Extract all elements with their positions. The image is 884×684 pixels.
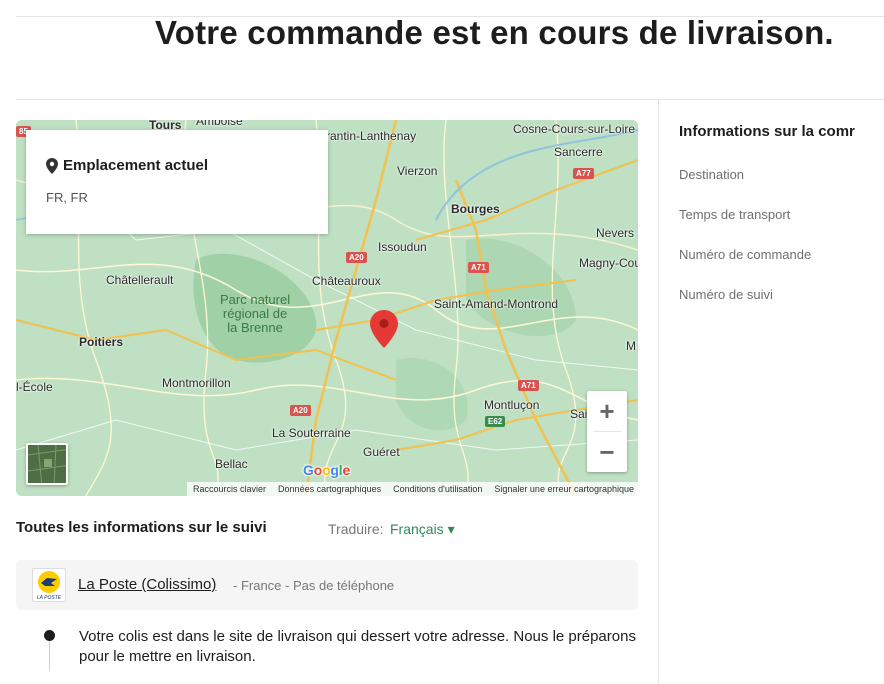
carrier-name-link[interactable]: La Poste (Colissimo): [78, 576, 216, 593]
map-label-chateauroux: Châteauroux: [312, 274, 381, 288]
carrier-meta: - France - Pas de téléphone: [233, 578, 395, 593]
location-pin-icon: [46, 158, 58, 174]
info-row-tracking-number: Numéro de suivi: [679, 287, 773, 302]
map-label-chatellerault: Châtellerault: [106, 273, 174, 287]
info-row-order-number: Numéro de commande: [679, 247, 812, 262]
info-row-destination: Destination: [679, 167, 745, 182]
map-label-magny: Magny-Cou: [579, 256, 638, 270]
column-divider: [658, 99, 659, 684]
map-label-sai-edge: Sai: [570, 407, 588, 421]
la-poste-logo: LA POSTE: [32, 568, 66, 602]
map-label-nevers: Nevers: [596, 226, 635, 240]
order-info-title: Informations sur la comr: [679, 123, 855, 140]
road-shield-a71-south: A71: [518, 380, 539, 391]
timeline-line: [49, 641, 50, 671]
map-label-saint-amand: Saint-Amand-Montrond: [434, 297, 559, 311]
tracking-event-text: Votre colis est dans le site de livraiso…: [79, 628, 636, 665]
translate-label: Traduire:: [328, 521, 384, 537]
map-label-romorantin: rantin-Lanthenay: [326, 129, 417, 143]
map-label-ecole: l-École: [16, 380, 53, 394]
map-attribution: Raccourcis clavier Données cartographiqu…: [187, 482, 638, 496]
translate-language-select[interactable]: Français ▾: [390, 521, 455, 538]
report-error-link[interactable]: Signaler une erreur cartographique: [494, 484, 634, 494]
zoom-in-button[interactable]: +: [587, 391, 627, 431]
current-location-card: Emplacement actuel FR, FR: [26, 130, 328, 234]
google-logo: Google: [303, 462, 351, 478]
carrier-row: LA POSTE La Poste (Colissimo) - France -…: [16, 560, 638, 610]
la-poste-bird-icon: LA POSTE: [37, 571, 62, 601]
road-shield-a71: A71: [468, 262, 489, 273]
map-label-gueret: Guéret: [363, 445, 400, 459]
satellite-toggle[interactable]: [26, 443, 68, 485]
road-shield-e62: E62: [485, 416, 506, 427]
terms-link[interactable]: Conditions d'utilisation: [393, 484, 482, 494]
map-label-bellac: Bellac: [215, 457, 248, 471]
road-shield-a20: A20: [346, 252, 367, 263]
location-card-value: FR, FR: [46, 190, 88, 205]
map-label-amboise: Amboise: [196, 120, 243, 128]
la-poste-logo-text: LA POSTE: [37, 595, 62, 601]
keyboard-shortcuts-link[interactable]: Raccourcis clavier: [193, 484, 266, 494]
map-label-la-souterraine: La Souterraine: [272, 426, 351, 440]
zoom-out-button[interactable]: −: [587, 432, 627, 472]
map-marker-icon[interactable]: [370, 310, 398, 348]
road-shield-a20-south: A20: [290, 405, 311, 416]
map-label-montmorillon: Montmorillon: [162, 376, 231, 390]
map[interactable]: Tours Amboise rantin-Lanthenay Cosne-Cou…: [16, 120, 638, 496]
map-label-sancerre: Sancerre: [554, 145, 603, 159]
road-shield-a77: A77: [573, 168, 594, 179]
map-label-cosne: Cosne-Cours-sur-Loire: [513, 122, 636, 136]
tracking-header: Toutes les informations sur le suivi: [16, 519, 267, 536]
map-label-issoudun: Issoudun: [378, 240, 427, 254]
map-label-m-edge: M: [626, 339, 636, 353]
satellite-thumbnail-icon: [28, 445, 66, 483]
header-divider: [16, 99, 884, 100]
map-label-parc: Parc naturel régional de la Brenne: [220, 292, 291, 335]
info-row-transit-time: Temps de transport: [679, 207, 791, 222]
zoom-controls: + −: [587, 391, 627, 472]
map-data-link[interactable]: Données cartographiques: [278, 484, 381, 494]
page-title: Votre commande est en cours de livraison…: [155, 14, 834, 51]
timeline-dot: [44, 630, 55, 641]
map-label-vierzon: Vierzon: [397, 164, 438, 178]
location-card-title: Emplacement actuel: [63, 157, 209, 174]
map-label-montlucon: Montluçon: [484, 398, 540, 412]
map-label-bourges: Bourges: [451, 202, 500, 216]
map-label-poitiers: Poitiers: [79, 335, 124, 349]
